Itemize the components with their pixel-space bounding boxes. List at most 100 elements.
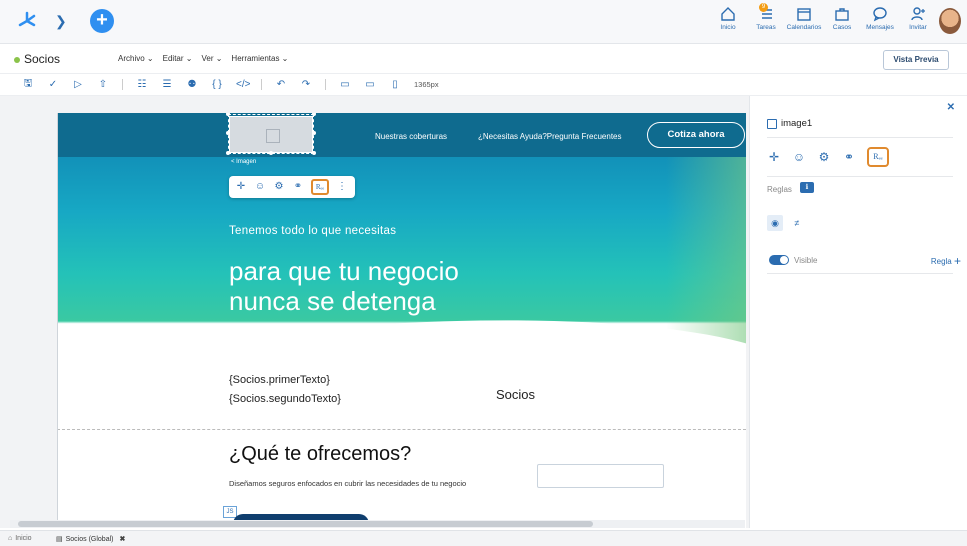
hero-title[interactable]: para que tu negocio nunca se detenga bbox=[229, 256, 459, 316]
close-icon[interactable]: ✕ bbox=[947, 102, 955, 113]
add-rule-label: Regla bbox=[930, 257, 952, 266]
panel-divider bbox=[767, 137, 953, 138]
resize-handle[interactable] bbox=[226, 151, 230, 155]
palette-icon[interactable]: ☺ bbox=[254, 181, 266, 193]
tablet-view-icon[interactable]: ▭ bbox=[364, 79, 376, 90]
check-icon[interactable]: ✓ bbox=[47, 79, 59, 90]
link-icon[interactable]: ⚭ bbox=[292, 181, 304, 193]
canvas-width-label: 1365px bbox=[414, 80, 439, 89]
menu-ver[interactable]: Ver bbox=[201, 54, 222, 63]
nav-link-coberturas[interactable]: Nuestras coberturas bbox=[375, 132, 447, 141]
rules-tab-icon[interactable]: Rₑₑ bbox=[867, 147, 889, 167]
resize-handle[interactable] bbox=[226, 131, 230, 135]
rules-label: Reglas bbox=[767, 185, 792, 194]
preview-button[interactable]: Vista Previa bbox=[883, 50, 949, 70]
rules-info-button[interactable]: ℹ bbox=[800, 182, 814, 193]
new-plus-button[interactable]: + bbox=[90, 9, 114, 33]
rules-tab-icon[interactable]: Rₑₑ bbox=[311, 179, 329, 195]
topnav-item-mensajes[interactable]: Mensajes bbox=[865, 6, 895, 31]
eye-icon[interactable]: ◉ bbox=[767, 215, 783, 231]
chevron-right-icon[interactable]: ❯ bbox=[55, 13, 67, 30]
tree-icon[interactable]: ⚉ bbox=[186, 79, 198, 90]
app-title: Socios bbox=[14, 52, 60, 66]
calendar-icon bbox=[797, 8, 811, 21]
bottom-tab-label: Socios (Global) bbox=[65, 535, 114, 543]
element-floating-toolbar: ✛ ☺ ⚙ ⚭ Rₑₑ ⋮ bbox=[229, 176, 355, 198]
socios-label[interactable]: Socios bbox=[496, 387, 535, 402]
more-vertical-icon[interactable]: ⋮ bbox=[336, 181, 348, 193]
topnav-item-invitar[interactable]: Invitar bbox=[903, 6, 933, 31]
menu-archivo[interactable]: Archivo bbox=[118, 54, 154, 63]
offer-description[interactable]: Diseñamos seguros enfocados en cubrir la… bbox=[229, 479, 466, 488]
topnav-label: Tareas bbox=[756, 24, 776, 31]
save-icon[interactable]: 🖫 bbox=[22, 76, 34, 93]
editor-toolbar: 🖫 ✓ ▷ ⇧ ☷ ☰ ⚉ { } </> ↶ ↷ ▭ ▭ ▯ 1365px bbox=[0, 74, 967, 96]
resize-handle[interactable] bbox=[312, 151, 316, 155]
bottom-tab-inicio[interactable]: ⌂ Inicio bbox=[8, 535, 32, 542]
move-icon[interactable]: ✛ bbox=[767, 150, 781, 164]
layers-icon[interactable]: ☰ bbox=[161, 79, 173, 90]
visible-label: Visible bbox=[794, 256, 818, 265]
toolbar-separator bbox=[261, 79, 262, 90]
desktop-view-icon[interactable]: ▭ bbox=[339, 79, 351, 90]
menu-herramientas[interactable]: Herramientas bbox=[231, 54, 288, 63]
palette-icon[interactable]: ☺ bbox=[792, 150, 806, 164]
cotiza-button[interactable]: Cotiza ahora bbox=[647, 122, 745, 148]
resize-handle[interactable] bbox=[269, 151, 273, 155]
home-icon: ⌂ bbox=[8, 535, 13, 542]
topnav-label: Inicio bbox=[720, 24, 736, 31]
mobile-view-icon[interactable]: ▯ bbox=[389, 79, 401, 90]
plus-icon: + bbox=[953, 254, 961, 268]
selection-frame bbox=[228, 114, 314, 154]
textarea-field[interactable] bbox=[537, 464, 664, 488]
topnav-item-calendarios[interactable]: Calendarios bbox=[787, 6, 821, 31]
visible-toggle[interactable] bbox=[769, 255, 789, 265]
link-icon[interactable]: ⚭ bbox=[842, 150, 856, 164]
image-icon bbox=[767, 118, 777, 129]
menu-editar[interactable]: Editar bbox=[163, 54, 193, 63]
redo-icon[interactable]: ↷ bbox=[300, 79, 312, 90]
offer-title[interactable]: ¿Qué te ofrecemos? bbox=[229, 443, 411, 466]
close-tab-icon[interactable]: ✖ bbox=[119, 535, 125, 543]
menu-bar: Archivo Editar Ver Herramientas bbox=[118, 54, 288, 63]
resize-handle[interactable] bbox=[312, 131, 316, 135]
panel-divider bbox=[767, 273, 953, 274]
editor-header: Socios Archivo Editar Ver Herramientas V… bbox=[0, 44, 967, 74]
app-title-text: Socios bbox=[24, 52, 61, 66]
topnav-item-inicio[interactable]: Inicio bbox=[713, 6, 743, 31]
toolbar-separator bbox=[325, 79, 326, 90]
add-rule-link[interactable]: Regla + bbox=[931, 254, 961, 268]
components-icon[interactable]: ☷ bbox=[136, 79, 148, 90]
rules-view-toggle: ◉ ≠ bbox=[767, 215, 805, 231]
move-icon[interactable]: ✛ bbox=[235, 181, 247, 193]
segundo-texto: {Socios.segundoTexto} bbox=[229, 393, 341, 405]
bottom-tab-label: Inicio bbox=[15, 535, 32, 542]
settings-icon[interactable]: ⚙ bbox=[273, 181, 285, 193]
chat-icon bbox=[873, 7, 887, 22]
settings-icon[interactable]: ⚙ bbox=[817, 150, 831, 164]
topnav-item-casos[interactable]: Casos bbox=[827, 6, 857, 31]
panel-title-text: image1 bbox=[781, 118, 813, 129]
formula-icon[interactable]: ≠ bbox=[789, 215, 805, 231]
hero-title-line: para que tu negocio bbox=[229, 256, 459, 286]
topnav-item-tareas[interactable]: 9 Tareas bbox=[751, 3, 781, 31]
toolbar-separator bbox=[122, 79, 123, 90]
undo-icon[interactable]: ↶ bbox=[275, 79, 287, 90]
selection-breadcrumb[interactable]: < Imagen bbox=[231, 159, 256, 165]
publish-icon[interactable]: ⇧ bbox=[97, 79, 109, 90]
nav-link-ayuda[interactable]: ¿Necesitas Ayuda?Pregunta Frecuentes bbox=[478, 132, 622, 141]
hero-kicker-text[interactable]: Tenemos todo lo que necesitas bbox=[229, 225, 396, 237]
form-icon: ▤ bbox=[56, 536, 63, 543]
code-icon[interactable]: </> bbox=[236, 79, 250, 90]
page-left-border bbox=[57, 113, 58, 528]
scrollbar-thumb[interactable] bbox=[18, 521, 593, 527]
bottom-tab-socios[interactable]: ▤ Socios (Global) ✖ bbox=[56, 535, 125, 544]
app-logo-icon[interactable] bbox=[16, 10, 38, 32]
user-avatar[interactable] bbox=[939, 8, 961, 34]
braces-icon[interactable]: { } bbox=[211, 79, 223, 90]
design-page[interactable]: Nuestras coberturas ¿Necesitas Ayuda?Pre… bbox=[57, 113, 746, 528]
tasks-count-badge: 9 bbox=[759, 3, 768, 12]
play-icon[interactable]: ▷ bbox=[72, 79, 84, 90]
status-dot-icon bbox=[14, 56, 20, 63]
text-bindings[interactable]: {Socios.primerTexto} {Socios.segundoText… bbox=[229, 371, 341, 409]
